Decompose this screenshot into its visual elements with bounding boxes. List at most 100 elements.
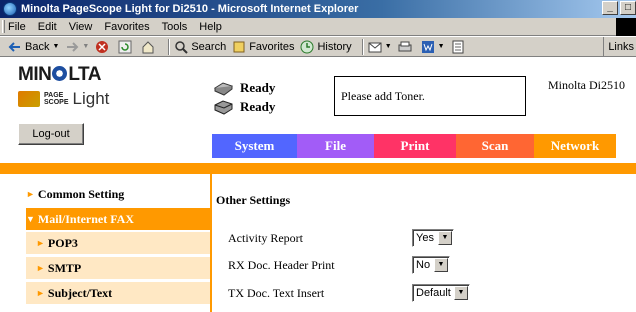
status-row-printer: Ready bbox=[212, 78, 275, 97]
back-dropdown-icon: ▼ bbox=[52, 43, 60, 50]
orange-separator-bar bbox=[0, 163, 636, 174]
chevron-down-icon: ▼ bbox=[454, 286, 468, 300]
menu-view[interactable]: View bbox=[69, 21, 93, 33]
back-arrow-icon bbox=[8, 41, 20, 52]
settings-heading: Other Settings bbox=[216, 193, 291, 207]
mail-button[interactable]: ▼ bbox=[368, 40, 392, 54]
search-button[interactable]: Search bbox=[174, 40, 226, 54]
toolbar-separator bbox=[168, 38, 171, 55]
forward-button[interactable]: ▼ bbox=[65, 40, 89, 54]
tx-text-insert-select[interactable]: Default ▼ bbox=[412, 284, 470, 302]
window-title: Minolta PageScope Light for Di2510 - Mic… bbox=[21, 3, 359, 15]
brand-prefix: MIN bbox=[18, 64, 52, 85]
arrow-right-icon: ► bbox=[36, 263, 45, 273]
printer-icon bbox=[398, 41, 412, 51]
message-text: Please add Toner. bbox=[341, 88, 425, 103]
sidebar-item-label: POP3 bbox=[47, 235, 78, 250]
back-label: Back bbox=[25, 40, 50, 53]
favorites-button[interactable]: Favorites bbox=[232, 40, 294, 54]
minolta-logo: MIN LTA PAGE SCOPE Light bbox=[18, 64, 109, 109]
favorites-label: Favorites bbox=[249, 40, 295, 53]
menu-bar: File Edit View Favorites Tools Help bbox=[0, 18, 636, 36]
setting-label-tx-doc-text-insert: TX Doc. Text Insert bbox=[228, 285, 325, 300]
menu-help[interactable]: Help bbox=[199, 21, 222, 33]
brand-wordmark: MIN LTA bbox=[18, 64, 109, 86]
sidebar-item-label: Common Setting bbox=[37, 186, 125, 201]
setting-label-activity-report: Activity Report bbox=[228, 230, 303, 245]
device-model: Minolta Di2510 bbox=[548, 78, 625, 92]
pagescope-bottom-text: SCOPE bbox=[44, 99, 69, 106]
sidebar-item-label: SMTP bbox=[47, 260, 82, 275]
menu-edit[interactable]: Edit bbox=[38, 21, 57, 33]
edit-button[interactable]: ▼ bbox=[421, 40, 445, 54]
arrow-right-icon: ► bbox=[36, 238, 45, 248]
sidebar-item-pop3[interactable]: ► POP3 bbox=[26, 232, 210, 254]
rx-header-print-select[interactable]: No ▼ bbox=[412, 256, 450, 274]
logout-button[interactable]: Log-out bbox=[18, 123, 84, 145]
tab-scan[interactable]: Scan bbox=[456, 134, 534, 158]
forward-arrow-icon bbox=[67, 41, 79, 52]
select-value: Default bbox=[416, 287, 451, 299]
tab-network[interactable]: Network bbox=[534, 134, 616, 158]
settings-panel: Other Settings Activity Report Yes ▼ RX … bbox=[214, 174, 634, 312]
refresh-icon bbox=[118, 40, 132, 53]
home-icon bbox=[142, 40, 154, 53]
word-edit-icon bbox=[421, 40, 434, 53]
history-icon bbox=[300, 40, 314, 53]
scanner-status-icon bbox=[214, 99, 233, 115]
status-text-1: Ready bbox=[240, 79, 276, 95]
brand-o-icon bbox=[52, 66, 68, 81]
links-button[interactable]: Links bbox=[603, 37, 636, 57]
sidebar-item-smtp[interactable]: ► SMTP bbox=[26, 257, 210, 279]
minimize-button[interactable]: _ bbox=[602, 1, 618, 15]
pagescope-light-logo: PAGE SCOPE Light bbox=[18, 89, 109, 109]
arrow-down-icon: ▼ bbox=[26, 214, 35, 224]
browser-toolbar: Back ▼ ▼ Search Favorites History ▼ ▼ Li bbox=[0, 37, 636, 57]
menubar-grip bbox=[2, 20, 5, 33]
menu-favorites[interactable]: Favorites bbox=[104, 21, 149, 33]
tab-file[interactable]: File bbox=[297, 134, 374, 158]
device-status: Ready Ready bbox=[212, 78, 275, 116]
history-button[interactable]: History bbox=[300, 40, 352, 54]
stop-button[interactable] bbox=[95, 40, 112, 54]
product-name: Light bbox=[72, 89, 110, 108]
history-label: History bbox=[317, 40, 352, 53]
window-controls: _ □ bbox=[600, 1, 636, 15]
edit-dropdown-icon: ▼ bbox=[437, 43, 445, 50]
home-button[interactable] bbox=[141, 40, 158, 54]
window-titlebar: Minolta PageScope Light for Di2510 - Mic… bbox=[0, 0, 636, 18]
sidebar-item-mail-internet-fax[interactable]: ▼ Mail/Internet FAX bbox=[26, 208, 210, 230]
page-content: MIN LTA PAGE SCOPE Light Ready Ready Pleas… bbox=[0, 58, 636, 312]
menu-tools[interactable]: Tools bbox=[162, 21, 188, 33]
mail-dropdown-icon: ▼ bbox=[384, 43, 392, 50]
windows-logo-icon bbox=[616, 18, 636, 36]
brand-suffix: LTA bbox=[68, 64, 101, 85]
sidebar-item-label: Subject/Text bbox=[47, 285, 113, 300]
arrow-right-icon: ► bbox=[26, 189, 35, 199]
chevron-down-icon: ▼ bbox=[438, 231, 452, 245]
printer-status-icon bbox=[213, 81, 234, 96]
tab-system[interactable]: System bbox=[212, 134, 297, 158]
activity-report-select[interactable]: Yes ▼ bbox=[412, 229, 454, 247]
refresh-button[interactable] bbox=[118, 40, 135, 54]
message-box: Please add Toner. bbox=[334, 76, 526, 116]
internet-explorer-icon bbox=[3, 2, 17, 16]
toolbar-separator bbox=[361, 38, 364, 55]
tab-print[interactable]: Print bbox=[374, 134, 456, 158]
select-value: Yes bbox=[416, 232, 434, 244]
sidebar-item-subject-text[interactable]: ► Subject/Text bbox=[26, 282, 210, 304]
menu-file[interactable]: File bbox=[8, 21, 26, 33]
pagescope-wordmark: PAGE SCOPE bbox=[44, 92, 69, 106]
arrow-right-icon: ► bbox=[36, 288, 45, 298]
print-button[interactable] bbox=[398, 40, 415, 54]
status-text-2: Ready bbox=[240, 98, 276, 114]
stop-icon bbox=[96, 40, 109, 53]
discuss-button[interactable] bbox=[451, 40, 468, 54]
back-button[interactable]: Back ▼ bbox=[8, 40, 59, 54]
maximize-button[interactable]: □ bbox=[620, 1, 636, 15]
discuss-icon bbox=[452, 40, 464, 53]
pagescope-top-text: PAGE bbox=[44, 92, 64, 99]
pagescope-icon bbox=[18, 91, 40, 107]
search-icon bbox=[175, 40, 189, 54]
sidebar-item-common-setting[interactable]: ► Common Setting bbox=[26, 183, 210, 205]
